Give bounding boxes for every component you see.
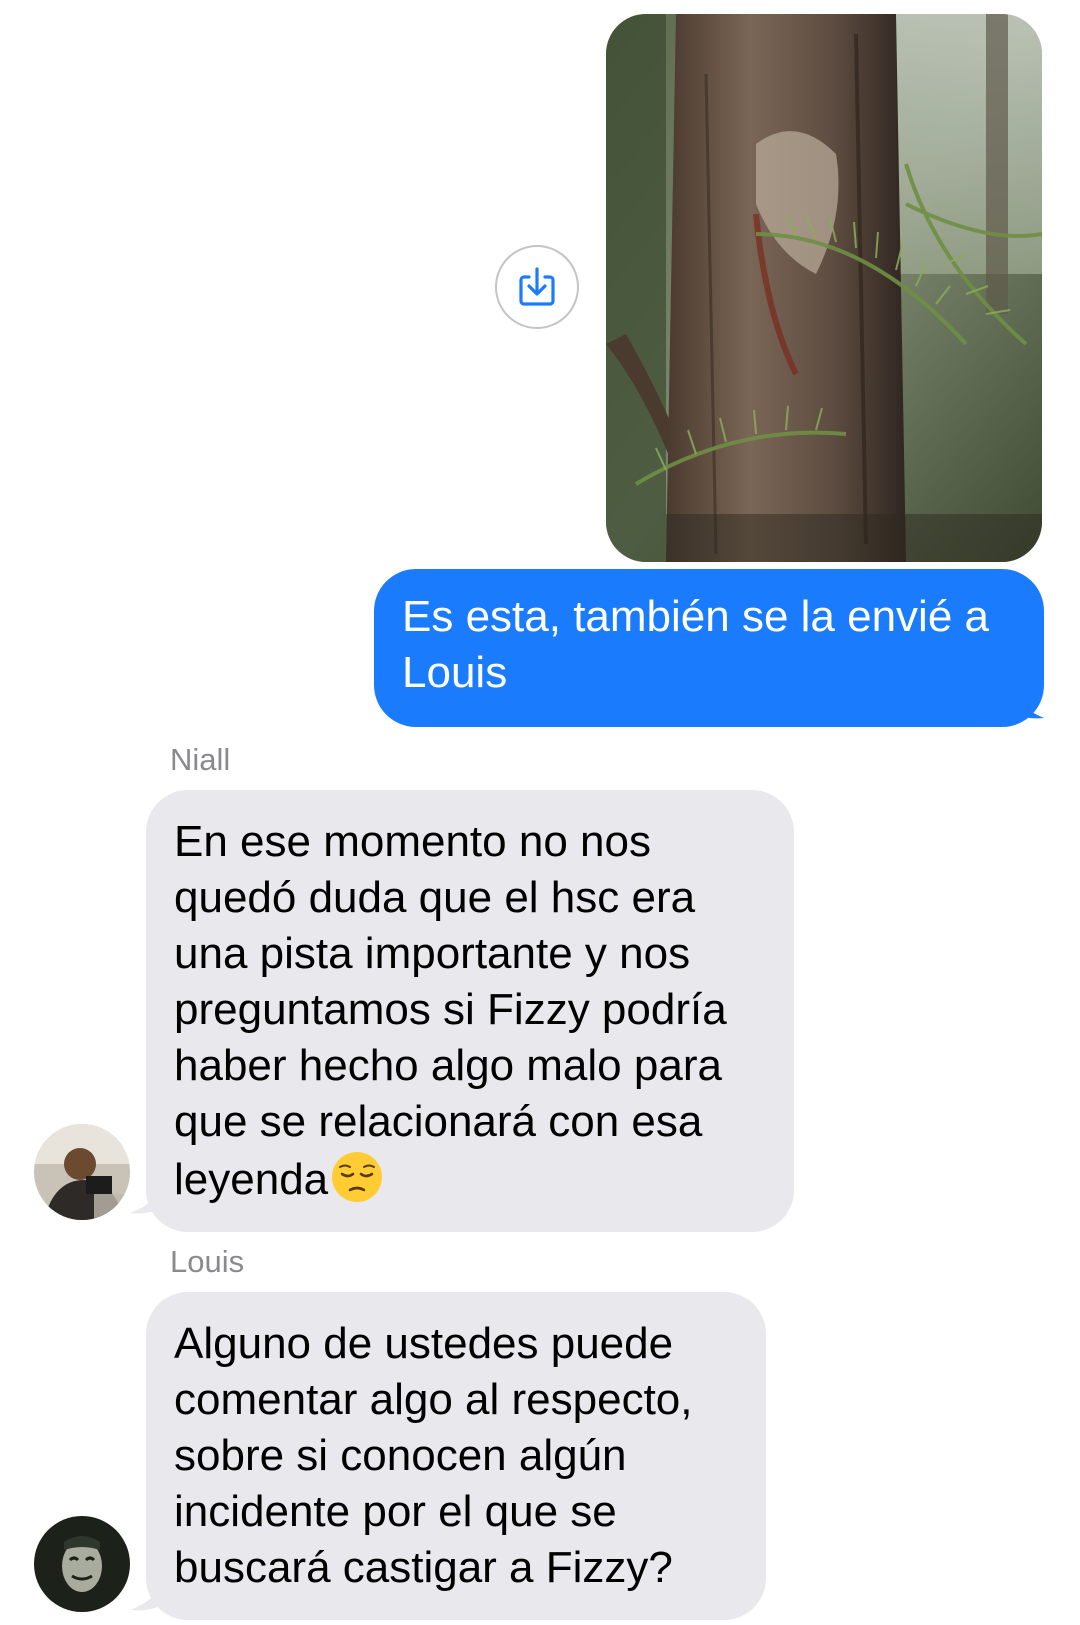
sent-message-text: Es esta, también se la envié a Louis xyxy=(402,592,989,697)
louis-message-text: Alguno de ustedes puede comentar algo al… xyxy=(174,1319,693,1592)
sender-name-louis: Louis xyxy=(170,1244,245,1279)
niall-message-bubble[interactable]: En ese momento no nos quedó duda que el … xyxy=(146,790,794,1232)
niall-bubble-tail xyxy=(130,1175,166,1214)
sent-message-bubble[interactable]: Es esta, también se la envié a Louis xyxy=(374,569,1044,727)
pensive-face-emoji xyxy=(332,1152,383,1202)
sent-bubble-tail xyxy=(1010,680,1044,719)
message-thread: Es esta, también se la envié a Louis Nia… xyxy=(0,0,1080,1625)
louis-bubble-tail xyxy=(130,1572,166,1611)
louis-message-bubble[interactable]: Alguno de ustedes puede comentar algo al… xyxy=(146,1292,766,1620)
avatar-louis[interactable] xyxy=(34,1516,130,1612)
photo-attachment[interactable] xyxy=(606,14,1042,562)
niall-message-text: En ese momento no nos quedó duda que el … xyxy=(174,817,727,1204)
sender-name-niall: Niall xyxy=(170,742,231,777)
avatar-niall[interactable] xyxy=(34,1124,130,1220)
share-download-icon xyxy=(519,267,555,306)
share-button[interactable] xyxy=(495,245,579,329)
